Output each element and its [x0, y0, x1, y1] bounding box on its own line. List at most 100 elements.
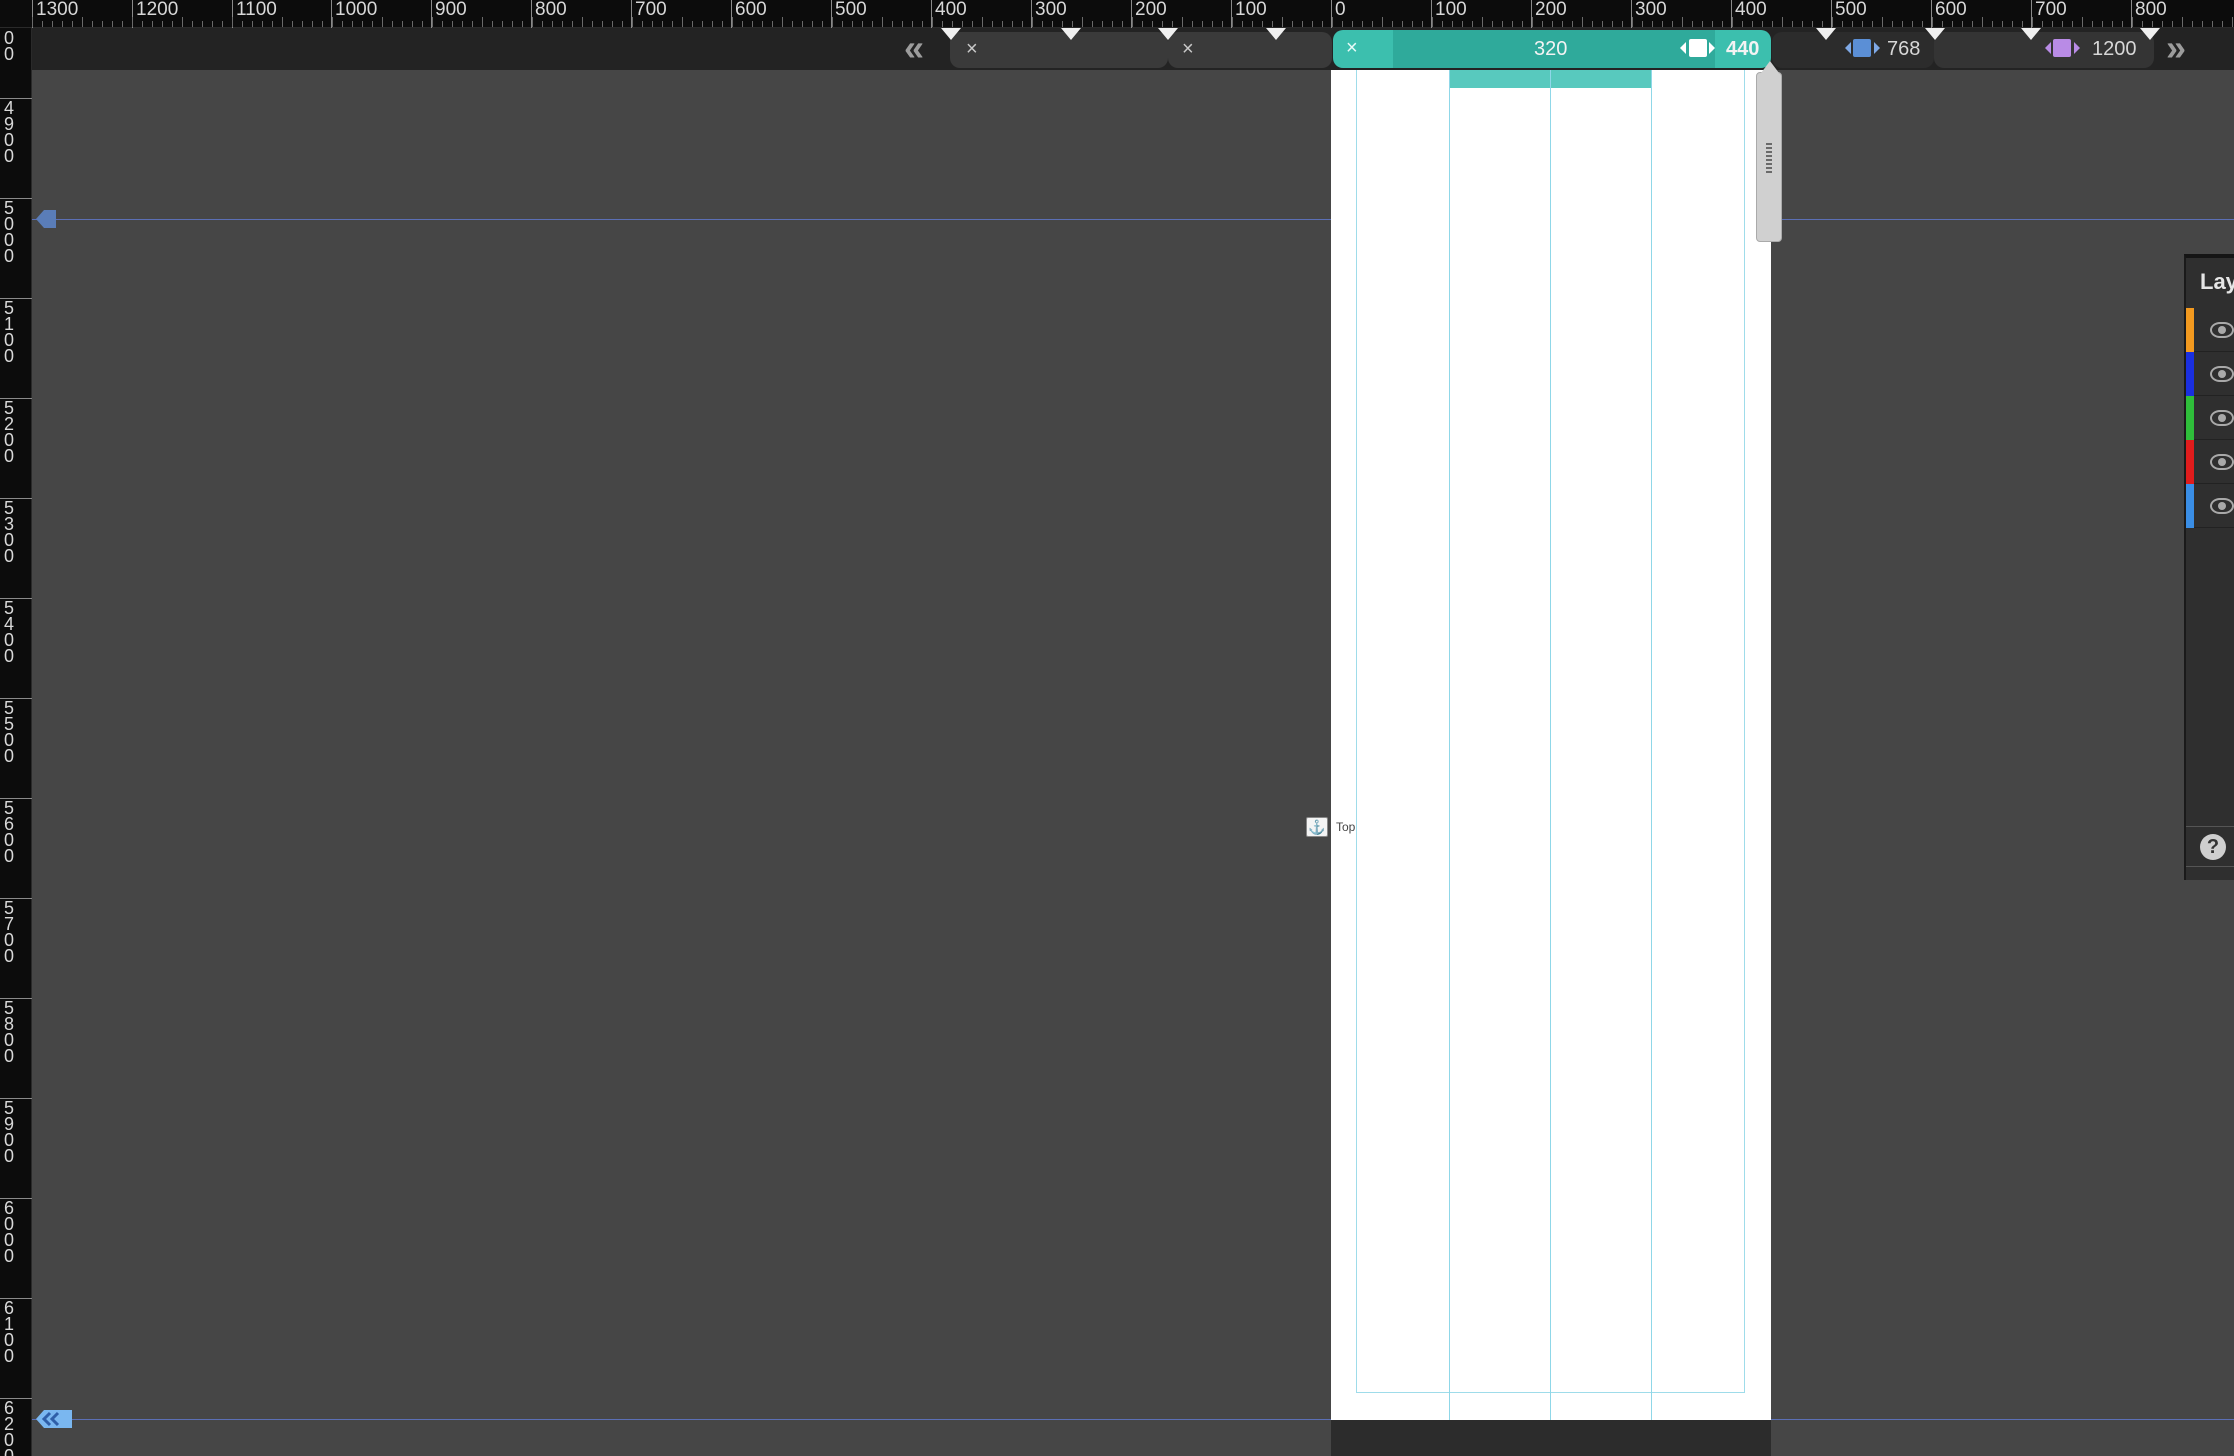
eye-icon[interactable] — [2210, 410, 2234, 426]
ruler-minor-tick — [1612, 21, 1613, 27]
ruler-minor-tick — [1052, 21, 1053, 27]
eye-icon[interactable] — [2210, 454, 2234, 470]
breakpoint-marker[interactable] — [1266, 28, 1286, 40]
breakpoint-prev-button[interactable]: « — [904, 30, 924, 66]
breakpoint-remove-button[interactable]: × — [1182, 34, 1194, 64]
ruler-minor-tick — [1502, 21, 1503, 27]
desktop-icon — [2053, 39, 2071, 57]
layer-row[interactable] — [2186, 396, 2234, 440]
ruler-minor-tick — [692, 21, 693, 27]
ruler-minor-tick — [2082, 17, 2083, 27]
breakpoint-marker[interactable] — [1816, 28, 1836, 40]
ruler-minor-tick — [2102, 21, 2103, 27]
breakpoint-remove-button[interactable]: × — [966, 34, 978, 64]
ruler-minor-tick — [452, 21, 453, 27]
ruler-minor-tick — [772, 21, 773, 27]
ruler-minor-tick — [2112, 21, 2113, 27]
ruler-minor-tick — [322, 21, 323, 27]
ruler-label: 6100 — [3, 1298, 14, 1366]
ruler-minor-tick — [1122, 21, 1123, 27]
layer-color-swatch — [2186, 484, 2194, 528]
ruler-minor-tick — [1912, 21, 1913, 27]
anchor-icon[interactable]: ⚓ — [1306, 817, 1328, 837]
ruler-minor-tick — [1702, 21, 1703, 27]
ruler-minor-tick — [1922, 21, 1923, 27]
breakpoint-marker[interactable] — [1158, 28, 1178, 40]
ruler-minor-tick — [2232, 17, 2233, 27]
guide-handle-icon[interactable] — [34, 1406, 74, 1432]
ruler-minor-tick — [1732, 17, 1733, 27]
ruler-minor-tick — [1862, 21, 1863, 27]
breakpoint-marker[interactable] — [2140, 28, 2160, 40]
ruler-minor-tick — [1192, 21, 1193, 27]
ruler-minor-tick — [1542, 21, 1543, 27]
breakpoint-max-width: 440 — [1726, 38, 1760, 60]
breakpoint-marker[interactable] — [2021, 28, 2041, 40]
breakpoint-next-button[interactable]: » — [2166, 30, 2186, 66]
breakpoint-marker[interactable] — [1925, 28, 1945, 40]
ruler-minor-tick — [1082, 17, 1083, 27]
guide-handle-icon[interactable] — [34, 206, 58, 232]
ruler-minor-tick — [602, 21, 603, 27]
ruler-minor-tick — [312, 21, 313, 27]
ruler-minor-tick — [1002, 21, 1003, 27]
ruler-minor-tick — [2022, 21, 2023, 27]
breakpoint-marker[interactable] — [941, 28, 961, 40]
layer-row[interactable] — [2186, 352, 2234, 396]
ruler-minor-tick — [592, 21, 593, 27]
layer-row[interactable] — [2186, 440, 2234, 484]
horizontal-guide[interactable] — [32, 1419, 2234, 1420]
ruler-minor-tick — [1932, 17, 1933, 27]
page-width-resize-handle[interactable] — [1756, 61, 1782, 242]
ruler-minor-tick — [1712, 21, 1713, 27]
ruler-minor-tick — [572, 21, 573, 27]
ruler-minor-tick — [1882, 17, 1883, 27]
ruler-minor-tick — [1162, 21, 1163, 27]
ruler-minor-tick — [612, 21, 613, 27]
ruler-minor-tick — [752, 21, 753, 27]
ruler-minor-tick — [1522, 21, 1523, 27]
ruler-minor-tick — [1872, 21, 1873, 27]
breakpoint-desktop-width: 1200 — [2092, 38, 2137, 60]
ruler-minor-tick — [1722, 21, 1723, 27]
ruler-minor-tick — [492, 21, 493, 27]
ruler-minor-tick — [1972, 21, 1973, 27]
column-guide — [1651, 70, 1652, 1420]
horizontal-ruler[interactable]: 1300 1200 1100 1000 900 800 700 600 500 … — [0, 0, 2234, 28]
ruler-minor-tick — [282, 17, 283, 27]
ruler-minor-tick — [1492, 21, 1493, 27]
layer-row[interactable] — [2186, 484, 2234, 528]
arrow-left-icon — [2045, 42, 2051, 54]
ruler-minor-tick — [1572, 21, 1573, 27]
ruler-minor-tick — [1272, 21, 1273, 27]
ruler-minor-tick — [1602, 21, 1603, 27]
ruler-label: 5600 — [3, 798, 14, 866]
design-canvas[interactable] — [32, 70, 2234, 1456]
breakpoint-remove-button[interactable]: × — [1346, 33, 1358, 63]
ruler-minor-tick — [302, 21, 303, 27]
ruler-minor-tick — [272, 21, 273, 27]
ruler-minor-tick — [1952, 21, 1953, 27]
ruler-label: 5700 — [3, 898, 14, 966]
ruler-minor-tick — [2092, 21, 2093, 27]
layers-panel-title[interactable]: Lay — [2200, 266, 2234, 298]
layer-row[interactable] — [2186, 308, 2234, 352]
help-icon[interactable]: ? — [2200, 834, 2226, 860]
ruler-minor-tick — [1672, 21, 1673, 27]
breakpoint-marker[interactable] — [1061, 28, 1081, 40]
eye-icon[interactable] — [2210, 366, 2234, 382]
ruler-minor-tick — [1232, 17, 1233, 27]
eye-icon[interactable] — [2210, 322, 2234, 338]
ruler-minor-tick — [882, 17, 883, 27]
breakpoint-segment-removed[interactable] — [950, 32, 1168, 68]
panel-divider — [2186, 866, 2234, 867]
ruler-minor-tick — [1022, 21, 1023, 27]
horizontal-guide[interactable] — [32, 219, 2234, 220]
ruler-minor-tick — [1982, 17, 1983, 27]
ruler-minor-tick — [762, 21, 763, 27]
ruler-minor-tick — [432, 17, 433, 27]
ruler-minor-tick — [1012, 21, 1013, 27]
vertical-ruler[interactable]: 00 4900 5000 5100 5200 5300 5400 5500 56… — [0, 28, 32, 1456]
eye-icon[interactable] — [2210, 498, 2234, 514]
breakpoint-min-width: 320 — [1534, 38, 1568, 60]
